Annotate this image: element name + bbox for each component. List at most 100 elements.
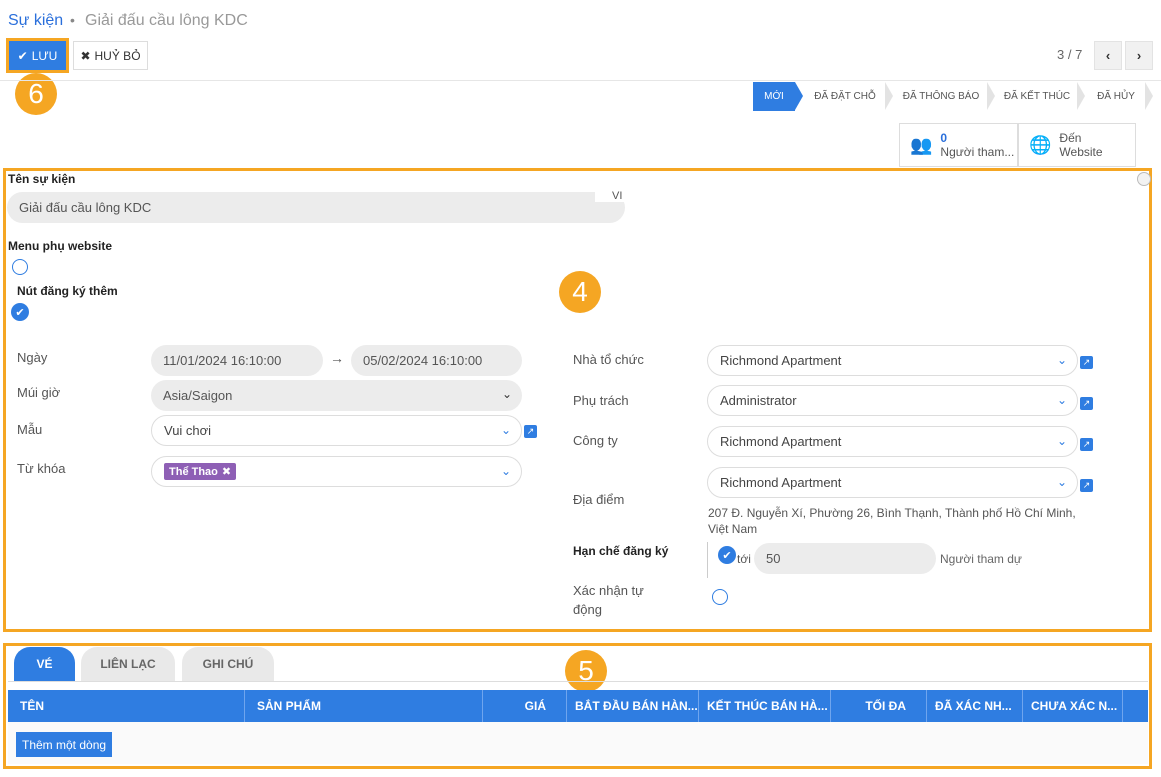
register-button-checkbox[interactable]: ✔	[11, 303, 29, 321]
template-label: Mẫu	[17, 422, 43, 437]
add-line-button[interactable]: Thêm một dòng	[16, 732, 113, 757]
organizer-select[interactable]: Richmond Apartment ⌄	[707, 345, 1078, 376]
template-select[interactable]: Vui chơi ⌄	[151, 415, 522, 446]
next-record-button[interactable]: ›	[1125, 41, 1153, 70]
chevron-down-icon: ⌄	[500, 423, 511, 437]
column-header-sale-end[interactable]: KẾT THÚC BÁN HÀ...	[699, 690, 831, 722]
save-button[interactable]: ✔ LƯU	[6, 38, 69, 73]
event-name-input[interactable]: Giải đấu cầu lông KDC	[7, 192, 625, 223]
venue-address-line-2: Việt Nam	[708, 522, 758, 536]
close-icon: ✖	[80, 48, 91, 63]
column-header-price[interactable]: GIÁ	[483, 690, 567, 722]
date-start-value: 11/01/2024 16:10:00	[163, 353, 282, 368]
check-icon: ✔	[15, 306, 25, 319]
limit-registration-label: Hạn chế đăng ký	[573, 544, 669, 558]
check-icon: ✔	[17, 48, 28, 63]
status-stage-announced[interactable]: ĐÃ THÔNG BÁO	[895, 82, 987, 111]
attendees-label: Người tham...	[940, 145, 1015, 159]
chevron-down-icon: ⌄	[501, 387, 512, 401]
tab-contacts[interactable]: LIÊN LẠC	[81, 647, 175, 681]
breadcrumb-current: Giải đấu cầu lông KDC	[85, 12, 248, 29]
responsible-select[interactable]: Administrator ⌄	[707, 385, 1078, 416]
check-icon: ✔	[722, 549, 732, 562]
column-header-unconfirmed[interactable]: CHƯA XÁC N...	[1023, 690, 1123, 722]
responsible-value: Administrator	[720, 393, 797, 408]
ribbon-toggle[interactable]	[1137, 172, 1151, 186]
external-link-icon[interactable]: ↗	[1080, 356, 1093, 369]
language-button[interactable]: VI	[595, 190, 629, 202]
external-link-icon[interactable]: ↗	[1080, 397, 1093, 410]
cancel-label: HUỶ BỎ	[94, 48, 141, 63]
seats-max-value: 50	[766, 551, 781, 566]
auto-confirm-label-1: Xác nhận tự	[573, 583, 644, 598]
timezone-label: Múi giờ	[17, 385, 61, 400]
users-icon: 👥	[910, 134, 933, 155]
chevron-down-icon: ⌄	[1056, 475, 1067, 489]
chevron-right-icon: ›	[1136, 48, 1142, 63]
timezone-select[interactable]: Asia/Saigon ⌄	[151, 380, 522, 411]
responsible-label: Phụ trách	[573, 393, 629, 408]
external-link-icon[interactable]: ↗	[524, 425, 537, 438]
seats-unit-label: Người tham dự	[940, 552, 1022, 566]
pager-counter: 3 / 7	[1057, 47, 1083, 62]
date-end-input[interactable]: 05/02/2024 16:10:00	[351, 345, 522, 376]
go-to-website-button[interactable]: 🌐 Đến Website	[1018, 123, 1136, 167]
website-menu-label: Menu phụ website	[8, 239, 113, 253]
globe-icon: 🌐	[1029, 134, 1052, 155]
date-start-input[interactable]: 11/01/2024 16:10:00	[151, 345, 323, 376]
website-label-1: Đến	[1059, 131, 1082, 145]
status-stage-ended[interactable]: ĐÃ KẾT THÚC	[997, 82, 1077, 111]
attendees-count: 0	[940, 131, 948, 145]
seats-max-input[interactable]: 50	[754, 543, 936, 574]
tags-input[interactable]: Thể Thao ✖ ⌄	[151, 456, 522, 487]
status-arrow	[1077, 82, 1085, 110]
company-value: Richmond Apartment	[720, 434, 842, 449]
cancel-button[interactable]: ✖ HUỶ BỎ	[73, 41, 148, 70]
tab-tickets[interactable]: VÉ	[14, 647, 75, 681]
column-header-confirmed[interactable]: ĐÃ XÁC NH...	[927, 690, 1023, 722]
website-menu-checkbox[interactable]	[12, 259, 28, 275]
website-label-2: Website	[1059, 145, 1103, 159]
date-end-value: 05/02/2024 16:10:00	[363, 353, 483, 368]
breadcrumb-parent-link[interactable]: Sự kiện	[8, 12, 63, 30]
tags-label: Từ khóa	[17, 461, 66, 476]
toolbar-divider	[0, 80, 1161, 81]
venue-address: 207 Đ. Nguyễn Xí, Phường 26, Bình Thạnh,…	[708, 505, 1076, 537]
column-header-product[interactable]: SẢN PHẨM	[245, 690, 483, 722]
column-header-name[interactable]: TÊN	[8, 690, 245, 722]
previous-record-button[interactable]: ‹	[1094, 41, 1122, 70]
status-stage-cancelled[interactable]: ĐÃ HỦY	[1087, 82, 1145, 111]
column-header-sale-start[interactable]: BẮT ĐẦU BÁN HÀN...	[567, 690, 699, 722]
column-header-max[interactable]: TỐI ĐA	[831, 690, 927, 722]
annotation-badge-4: 4	[559, 271, 601, 313]
attendees-smart-button[interactable]: 👥 0 Người tham...	[899, 123, 1018, 167]
status-arrow	[1145, 82, 1153, 110]
status-stage-booked[interactable]: ĐÃ ĐẶT CHỖ	[805, 82, 885, 111]
chevron-down-icon: ⌄	[1056, 353, 1067, 367]
limit-registration-checkbox[interactable]: ✔	[718, 546, 736, 564]
tab-notes[interactable]: GHI CHÚ	[182, 647, 274, 681]
auto-confirm-label-2: động	[573, 602, 602, 617]
save-label: LƯU	[31, 48, 58, 63]
date-label: Ngày	[17, 350, 48, 365]
external-link-icon[interactable]: ↗	[1080, 438, 1093, 451]
chevron-down-icon: ⌄	[1056, 393, 1067, 407]
tag-chip: Thể Thao ✖	[164, 463, 237, 480]
venue-address-line-1: 207 Đ. Nguyễn Xí, Phường 26, Bình Thạnh,…	[708, 506, 1076, 520]
status-arrow	[795, 82, 803, 110]
company-select[interactable]: Richmond Apartment ⌄	[707, 426, 1078, 457]
divider	[707, 542, 708, 578]
external-link-icon[interactable]: ↗	[1080, 479, 1093, 492]
remove-tag-icon[interactable]: ✖	[222, 465, 231, 478]
event-name-value: Giải đấu cầu lông KDC	[19, 200, 152, 215]
tickets-table-body	[8, 722, 1148, 764]
venue-value: Richmond Apartment	[720, 475, 842, 490]
timezone-value: Asia/Saigon	[163, 388, 233, 403]
venue-select[interactable]: Richmond Apartment ⌄	[707, 467, 1078, 498]
breadcrumb-separator: •	[70, 12, 75, 28]
auto-confirm-checkbox[interactable]	[712, 589, 728, 605]
status-arrow	[987, 82, 995, 110]
template-value: Vui chơi	[164, 423, 212, 438]
arrow-right-icon: →	[330, 350, 344, 366]
status-stage-new[interactable]: MỚI	[753, 82, 795, 111]
